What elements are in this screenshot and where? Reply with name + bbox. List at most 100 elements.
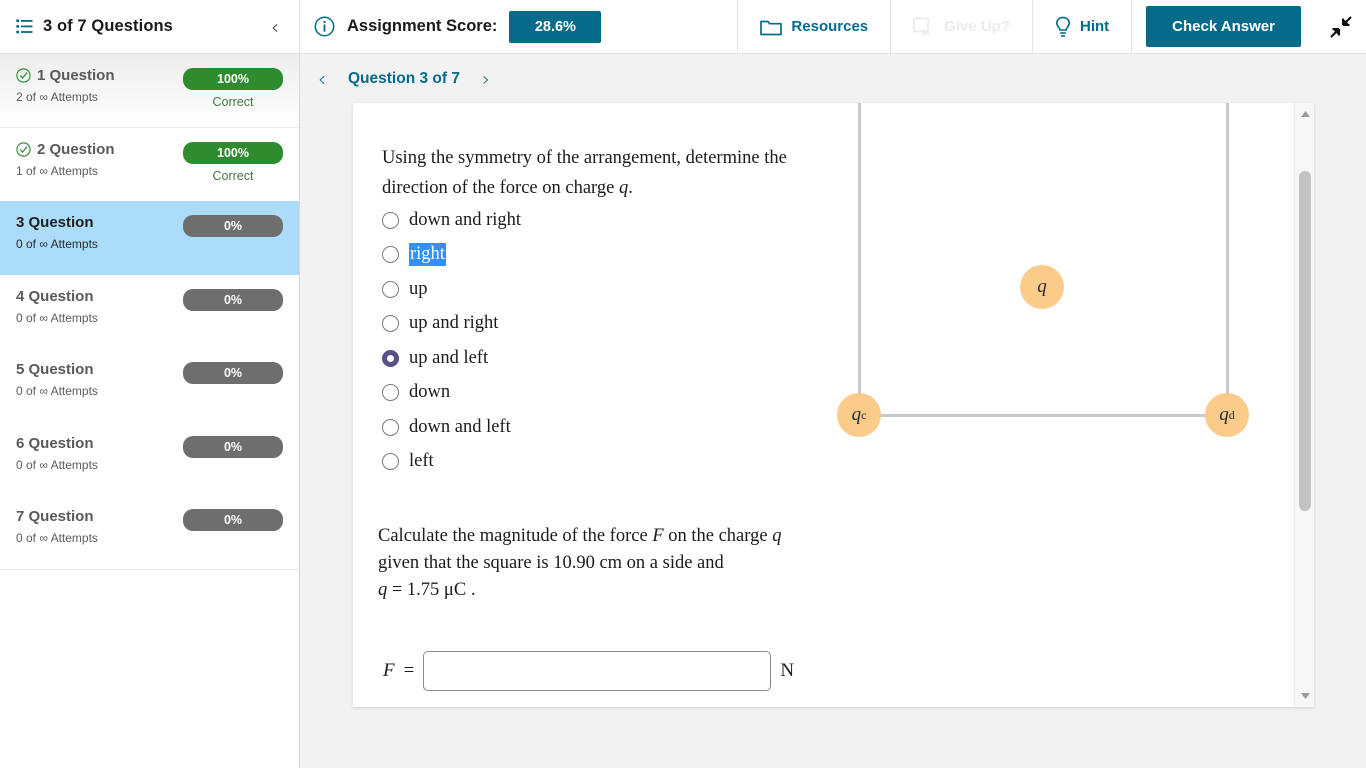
prompt-line-1: Using the symmetry of the arrangement, d… bbox=[382, 148, 787, 168]
sidebar-item-score-pill: 0% bbox=[183, 215, 283, 237]
lightbulb-icon bbox=[1055, 16, 1071, 38]
check-answer-wrapper: Check Answer bbox=[1131, 0, 1315, 53]
sidebar-item-question-7[interactable]: 7 Question 0 of ∞ Attempts 0% bbox=[0, 495, 299, 569]
sidebar-item-score-pill: 0% bbox=[183, 509, 283, 531]
sidebar-item-label: 1 Question bbox=[37, 67, 115, 84]
folder-icon bbox=[760, 18, 783, 36]
hint-button[interactable]: Hint bbox=[1032, 0, 1131, 53]
option-label: right bbox=[409, 243, 446, 267]
chevron-left-icon[interactable]: ‹ bbox=[265, 15, 285, 39]
radio-icon[interactable] bbox=[382, 211, 399, 229]
collapse-fullscreen-button[interactable] bbox=[1315, 0, 1366, 53]
assignment-score-value: 28.6% bbox=[509, 10, 602, 43]
charge-qc-subscript: c bbox=[861, 407, 867, 422]
info-circle-icon[interactable] bbox=[314, 16, 335, 37]
sidebar-item-attempts: 0 of ∞ Attempts bbox=[16, 384, 98, 398]
part2-line3: = 1.75 μC . bbox=[387, 580, 476, 600]
sidebar-item-label: 7 Question bbox=[16, 508, 94, 525]
radio-icon-selected[interactable] bbox=[382, 349, 399, 367]
part2-line2: given that the square is 10.90 cm on a s… bbox=[378, 553, 724, 573]
sidebar-item-title: 4 Question bbox=[16, 288, 94, 305]
charge-qd-subscript: d bbox=[1228, 407, 1235, 422]
check-answer-button[interactable]: Check Answer bbox=[1146, 6, 1301, 47]
charge-qd-label: q bbox=[1219, 404, 1229, 425]
answer-equals-sign: = bbox=[403, 660, 415, 681]
radio-icon[interactable] bbox=[382, 246, 399, 264]
option-left[interactable]: left bbox=[382, 445, 812, 480]
option-up[interactable]: up bbox=[382, 272, 812, 307]
radio-icon[interactable] bbox=[382, 280, 399, 298]
option-down-and-left[interactable]: down and left bbox=[382, 410, 812, 445]
scroll-up-button[interactable] bbox=[1295, 105, 1315, 123]
sidebar-item-status: Correct bbox=[212, 95, 254, 109]
hint-label: Hint bbox=[1080, 18, 1110, 35]
charge-qc-label: q bbox=[851, 404, 862, 425]
vertical-scrollbar[interactable] bbox=[1294, 103, 1314, 707]
charge-q: q bbox=[1020, 265, 1064, 309]
sidebar-item-label: 3 Question bbox=[16, 214, 94, 231]
sidebar-item-label: 6 Question bbox=[16, 434, 94, 452]
sidebar-item-title: 6 Question bbox=[16, 435, 94, 452]
question-list-sidebar[interactable]: 1 Question 2 of ∞ Attempts 100% Correct … bbox=[0, 54, 300, 768]
next-question-button[interactable]: › bbox=[476, 67, 496, 91]
option-right[interactable]: right bbox=[382, 238, 812, 273]
question-counter: 3 of 7 Questions bbox=[43, 17, 173, 35]
option-label: left bbox=[409, 451, 434, 472]
option-down[interactable]: down bbox=[382, 376, 812, 411]
charge-variable: q bbox=[618, 178, 629, 198]
sidebar-item-label: 4 Question bbox=[16, 287, 94, 305]
answer-input[interactable] bbox=[423, 651, 772, 691]
sidebar-item-score-pill: 0% bbox=[183, 362, 283, 384]
option-label: down and right bbox=[409, 209, 522, 230]
charge-q-label: q bbox=[1037, 276, 1047, 297]
sidebar-item-question-6[interactable]: 6 Question 0 of ∞ Attempts 0% bbox=[0, 422, 299, 496]
question-scroll-area: Using the symmetry of the arrangement, d… bbox=[353, 103, 1294, 707]
main-content-area: ‹ Question 3 of 7 › Using the symmetry o… bbox=[300, 54, 1366, 768]
sidebar-item-question-1[interactable]: 1 Question 2 of ∞ Attempts 100% Correct bbox=[0, 54, 299, 128]
option-up-and-left[interactable]: up and left bbox=[382, 341, 812, 376]
question-navigation: ‹ Question 3 of 7 › bbox=[300, 54, 1366, 103]
radio-icon[interactable] bbox=[382, 418, 399, 436]
option-label: up bbox=[409, 278, 428, 299]
sidebar-item-attempts: 0 of ∞ Attempts bbox=[16, 310, 98, 325]
option-up-and-right[interactable]: up and right bbox=[382, 307, 812, 342]
prompt-line-2-post: . bbox=[628, 178, 633, 198]
radio-icon[interactable] bbox=[382, 453, 399, 471]
option-label: up and left bbox=[409, 347, 489, 368]
sidebar-item-title: 5 Question bbox=[16, 361, 94, 378]
topbar-actions: Resources Give Up? Hint Check Answer bbox=[737, 0, 1366, 53]
sidebar-item-question-3[interactable]: 3 Question 0 of ∞ Attempts 0% bbox=[0, 201, 299, 275]
top-bar: 3 of 7 Questions ‹ Assignment Score: 28.… bbox=[0, 0, 1366, 54]
part2-line1-pre: Calculate the magnitude of the force bbox=[378, 526, 653, 546]
assignment-score-label: Assignment Score: bbox=[347, 17, 498, 35]
sidebar-item-attempts: 0 of ∞ Attempts bbox=[16, 531, 98, 545]
charge-variable-2: q bbox=[772, 526, 782, 546]
radio-icon[interactable] bbox=[382, 384, 399, 402]
scroll-down-button[interactable] bbox=[1295, 687, 1315, 705]
option-label: down and left bbox=[409, 416, 511, 437]
question-panel: Using the symmetry of the arrangement, d… bbox=[353, 103, 1314, 707]
sidebar-item-question-2[interactable]: 2 Question 1 of ∞ Attempts 100% Correct bbox=[0, 128, 299, 202]
sidebar-item-title: 3 Question bbox=[16, 214, 94, 231]
resources-label: Resources bbox=[791, 18, 869, 35]
radio-icon[interactable] bbox=[382, 315, 399, 333]
charge-variable-3: q bbox=[378, 580, 388, 600]
answer-input-row: F = N bbox=[383, 651, 794, 691]
force-variable: F bbox=[652, 526, 664, 546]
prev-question-button[interactable]: ‹ bbox=[312, 67, 332, 91]
topbar-left-section: 3 of 7 Questions ‹ bbox=[0, 0, 300, 53]
list-icon[interactable] bbox=[16, 19, 33, 34]
scrollbar-thumb[interactable] bbox=[1299, 171, 1311, 511]
charge-qd: qd bbox=[1205, 393, 1249, 437]
give-up-label: Give Up? bbox=[944, 18, 1010, 35]
question-part-2: Calculate the magnitude of the force F o… bbox=[378, 523, 798, 604]
option-label: down bbox=[409, 382, 451, 403]
sidebar-item-question-4[interactable]: 4 Question 0 of ∞ Attempts 0% bbox=[0, 275, 299, 349]
option-down-and-right[interactable]: down and right bbox=[382, 203, 812, 238]
prompt-line-2-pre: direction of the force on charge bbox=[382, 178, 619, 198]
charge-qc: qc bbox=[837, 393, 881, 437]
resources-button[interactable]: Resources bbox=[737, 0, 890, 53]
diagram-line-right bbox=[1226, 103, 1229, 421]
sidebar-item-question-5[interactable]: 5 Question 0 of ∞ Attempts 0% bbox=[0, 348, 299, 422]
option-label: up and right bbox=[409, 313, 499, 334]
